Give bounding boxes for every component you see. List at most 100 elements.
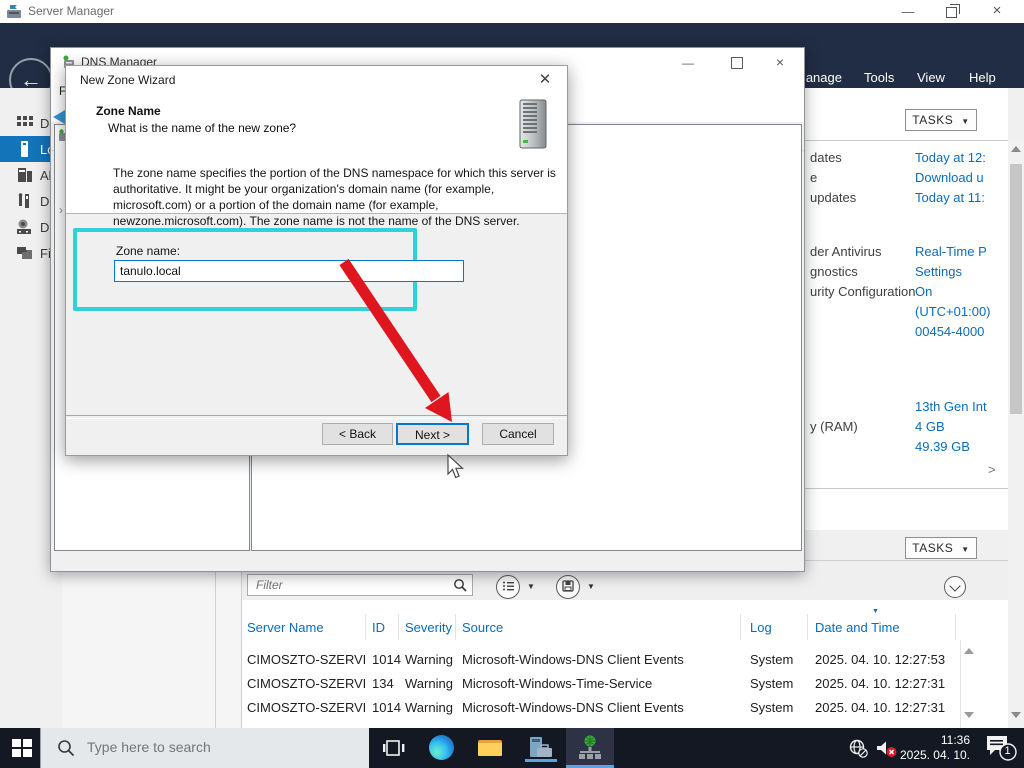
filter-field[interactable] (247, 574, 473, 596)
tree-expand-icon[interactable]: › (59, 203, 63, 217)
sort-indicator-icon: ▼ (872, 608, 879, 615)
file-storage-icon (17, 247, 32, 259)
maximize-icon[interactable] (731, 57, 743, 69)
notifications-button[interactable]: 1 (984, 734, 1018, 762)
chevron-down-icon: ▼ (961, 117, 970, 126)
filter-input[interactable] (247, 574, 473, 596)
main-scrollbar-thumb[interactable] (1010, 164, 1022, 414)
dhcp-role-icon (17, 219, 31, 234)
property-label: updates (810, 190, 857, 205)
server-manager-app-icon (7, 5, 21, 18)
column-header-source[interactable]: Source (462, 620, 503, 635)
next-button[interactable]: Next > (396, 423, 469, 445)
taskbar-search-input[interactable] (85, 738, 349, 756)
cell-datetime: 2025. 04. 10. 12:27:31 (815, 676, 946, 691)
property-value[interactable]: Settings (915, 264, 1007, 279)
menu-help[interactable]: Help (969, 70, 996, 85)
server-tower-illustration (519, 99, 547, 149)
task-view-button[interactable] (380, 734, 408, 762)
console-back-icon[interactable] (53, 110, 65, 124)
start-button[interactable] (10, 736, 34, 760)
property-value[interactable]: Real-Time P (915, 244, 1007, 259)
zone-name-field[interactable] (114, 260, 464, 282)
column-header-severity[interactable]: Severity (405, 620, 452, 635)
zone-name-input[interactable] (114, 260, 464, 282)
sidebar-label: D (40, 220, 50, 235)
property-value[interactable]: Today at 12: (915, 150, 1007, 165)
scroll-down-arrow-icon[interactable] (1011, 712, 1021, 718)
cell-server: CIMOSZTO-SZERVE (247, 676, 365, 691)
property-value[interactable]: Download u (915, 170, 1007, 185)
chevron-down-icon (949, 580, 961, 592)
close-icon[interactable]: ✕ (531, 70, 559, 90)
wizard-subheading: What is the name of the new zone? (108, 121, 297, 135)
scroll-down-arrow-icon[interactable] (964, 712, 974, 718)
cell-log: System (750, 676, 794, 691)
divider (955, 614, 956, 640)
properties-tasks-button[interactable]: TASKS ▼ (905, 109, 977, 131)
restore-icon-back (950, 4, 960, 14)
menu-view[interactable]: View (917, 70, 945, 85)
property-value[interactable]: 13th Gen Int (915, 399, 1007, 414)
chevron-down-icon: ▼ (961, 545, 970, 554)
dashboard-icon (17, 116, 33, 126)
cell-id: 134 (372, 676, 394, 691)
chevron-down-icon[interactable]: ▼ (527, 582, 535, 591)
search-icon (58, 740, 75, 757)
taskbar-search[interactable] (40, 728, 369, 768)
server-manager-taskbar-button[interactable] (525, 734, 557, 762)
divider (960, 640, 961, 728)
screen: Server Manager — × ← Manage Tools View H… (0, 0, 1024, 768)
volume-muted-icon[interactable] (876, 739, 898, 758)
network-status-icon[interactable] (849, 739, 868, 758)
wizard-heading: Zone Name (96, 104, 161, 118)
column-header-date-time[interactable]: Date and Time (815, 620, 900, 635)
events-list-options-button[interactable] (496, 575, 520, 599)
divider (807, 614, 808, 640)
edge-icon (429, 735, 454, 760)
dns-manager-taskbar-button[interactable] (566, 728, 614, 768)
scroll-up-arrow-icon[interactable] (964, 648, 974, 654)
property-value[interactable]: 49.39 GB (915, 439, 1007, 454)
property-value[interactable]: 00454-4000 (915, 324, 1007, 339)
cell-source: Microsoft-Windows-DNS Client Events (462, 652, 684, 667)
cancel-button[interactable]: Cancel (482, 423, 554, 445)
cell-source: Microsoft-Windows-Time-Service (462, 676, 653, 691)
close-icon[interactable]: × (763, 54, 797, 70)
active-indicator (525, 759, 557, 762)
edge-browser-button[interactable] (428, 734, 456, 762)
property-label: gnostics (810, 264, 858, 279)
notification-badge: 1 (1004, 745, 1011, 757)
cell-source: Microsoft-Windows-DNS Client Events (462, 700, 684, 715)
taskbar-clock[interactable]: 11:36 2025. 04. 10. (898, 733, 970, 763)
file-explorer-button[interactable] (476, 734, 504, 762)
property-value[interactable]: 4 GB (915, 419, 1007, 434)
list-icon (503, 581, 514, 591)
column-header-id[interactable]: ID (372, 620, 385, 635)
events-save-button[interactable] (556, 575, 580, 599)
column-header-server-name[interactable]: Server Name (247, 620, 324, 635)
column-header-log[interactable]: Log (750, 620, 772, 635)
server-manager-titlebar: Server Manager — × (0, 0, 1024, 23)
scroll-up-arrow-icon[interactable] (1011, 146, 1021, 152)
back-button[interactable]: < Back (322, 423, 393, 445)
all-servers-icon (18, 168, 32, 182)
chevron-down-icon[interactable]: ▼ (587, 582, 595, 591)
collapse-section-button[interactable] (944, 576, 966, 598)
property-value[interactable]: (UTC+01:00) (915, 304, 1007, 319)
clock-time: 11:36 (940, 733, 970, 747)
cell-server: CIMOSZTO-SZERVE (247, 700, 365, 715)
action-center-icon (987, 736, 1017, 761)
taskbar: 11:36 2025. 04. 10. 1 (0, 728, 1024, 768)
minimize-icon[interactable]: — (893, 4, 923, 19)
wizard-titlebar[interactable]: New Zone Wizard ✕ (66, 66, 567, 94)
property-value[interactable]: Today at 11: (915, 190, 1007, 205)
close-icon[interactable]: × (982, 2, 1012, 19)
events-tasks-button[interactable]: TASKS ▼ (905, 537, 977, 559)
minimize-icon[interactable]: — (671, 56, 705, 70)
divider (398, 614, 399, 640)
property-value[interactable]: On (915, 284, 1007, 299)
scroll-right-indicator[interactable]: > (988, 462, 996, 477)
menu-tools[interactable]: Tools (864, 70, 894, 85)
cell-severity: Warning (405, 652, 453, 667)
